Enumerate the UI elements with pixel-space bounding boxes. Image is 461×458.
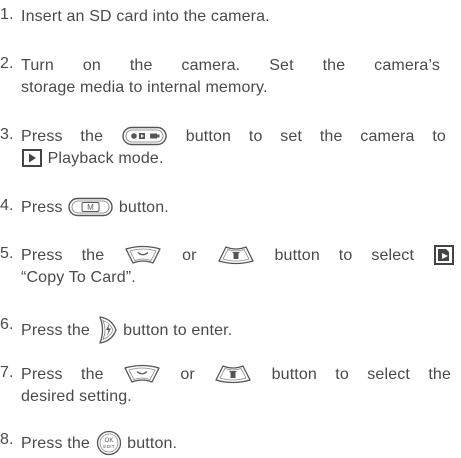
step-text-pre: Press the [21,435,90,453]
ok-label: OK [104,438,113,444]
step-text-post: button to set the camera to [185,128,446,145]
step-text-post: button to select [274,247,415,264]
step-number: 4. [0,197,14,214]
step-text-mid: or [182,247,197,264]
edit-label: EDIT [103,444,115,450]
step-text-line2: desired setting. [21,388,132,405]
step-text-pre: Press the [21,322,90,340]
step-text-mid: or [180,366,195,383]
step-number: 1. [0,6,14,23]
menu-button-icon: M [68,197,113,217]
menu-letter: M [87,203,94,212]
down-delete-button-icon [217,245,255,265]
copy-to-card-icon [433,244,454,265]
step-text-post: button. [118,199,169,216]
step-text-pre: Press the [21,247,105,264]
ok-edit-button-icon: OK EDIT [96,430,122,456]
instruction-list: 1. Insert an SD card into the camera. 2.… [0,0,461,458]
step-number: 8. [0,431,14,448]
step-text-pre: Press the [21,128,104,145]
step-text-post: button to enter. [123,322,233,340]
step-text: Insert an SD card into the camera. [21,8,270,25]
step-number: 7. [0,364,14,381]
flash-button-icon [96,315,118,345]
step-text-post: button. [127,435,178,453]
step-text-line1: Turn on the camera. Set the camera’s [21,57,440,74]
step-text-post: button to select the [271,366,452,383]
down-delete-button-icon [214,364,252,384]
step-text-pre: Press [21,199,63,216]
playback-icon [22,148,42,167]
step-number: 6. [0,316,14,333]
up-button-icon [124,245,162,265]
step-text-pre: Press the [21,366,104,383]
step-number: 2. [0,55,14,72]
playback-mode-button-icon [122,126,167,146]
step-text-line2: storage media to internal memory. [21,79,268,96]
up-button-icon [123,364,161,384]
step-number: 5. [0,245,14,262]
step-text-line2: Playback mode. [47,150,164,167]
step-number: 3. [0,126,14,143]
step-text-line2: “Copy To Card”. [21,269,136,286]
